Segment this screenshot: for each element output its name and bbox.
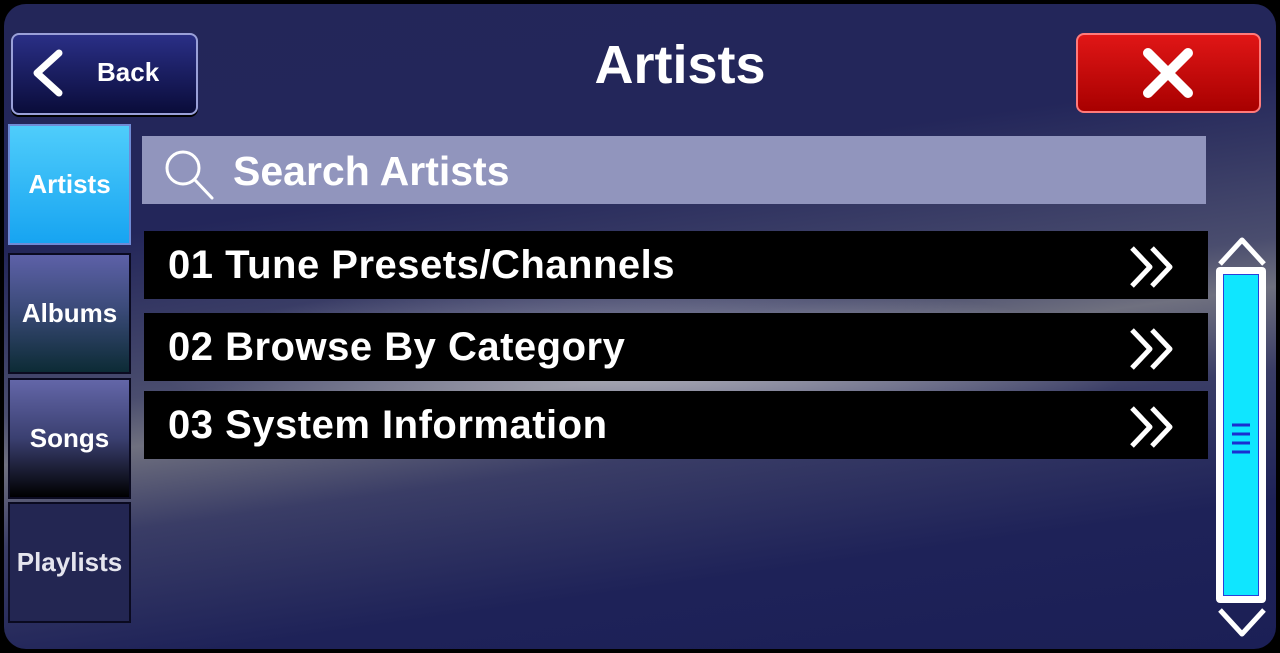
chevron-down-icon <box>1218 608 1266 637</box>
scroll-up-button[interactable] <box>1216 234 1268 268</box>
scrollbar-grip-icon[interactable] <box>1232 421 1250 457</box>
page-title: Artists <box>594 35 766 95</box>
tab-artists[interactable]: Artists <box>8 124 131 245</box>
list-item[interactable]: 01 Tune Presets/Channels <box>144 231 1208 299</box>
list-item-label: 02 Browse By Category <box>168 325 626 369</box>
tab-albums-label: Albums <box>21 298 118 328</box>
tab-playlists-label: Playlists <box>16 547 123 577</box>
tab-playlists[interactable]: Playlists <box>8 502 131 623</box>
list-item[interactable]: 03 System Information <box>144 391 1208 459</box>
chevron-up-icon <box>1218 237 1266 266</box>
back-button[interactable]: Back <box>11 33 198 115</box>
list-item-label: 01 Tune Presets/Channels <box>168 243 675 287</box>
scroll-down-button[interactable] <box>1216 606 1268 640</box>
chevron-left-icon <box>33 49 63 97</box>
scrollbar[interactable] <box>1216 267 1266 603</box>
tab-songs-label: Songs <box>29 423 110 453</box>
search-icon <box>165 150 214 200</box>
double-chevron-right-icon <box>1130 328 1173 370</box>
list-item-label: 03 System Information <box>168 403 608 447</box>
back-label: Back <box>97 57 160 87</box>
double-chevron-right-icon <box>1130 246 1173 288</box>
tab-albums[interactable]: Albums <box>8 253 131 374</box>
list-item[interactable]: 02 Browse By Category <box>144 313 1208 381</box>
double-chevron-right-icon <box>1130 406 1173 448</box>
close-x-icon <box>1143 48 1193 98</box>
close-button[interactable] <box>1076 33 1261 113</box>
tab-artists-label: Artists <box>28 169 111 199</box>
search-placeholder: Search Artists <box>233 148 510 194</box>
tab-songs[interactable]: Songs <box>8 378 131 499</box>
search-input[interactable]: Search Artists <box>142 136 1206 204</box>
